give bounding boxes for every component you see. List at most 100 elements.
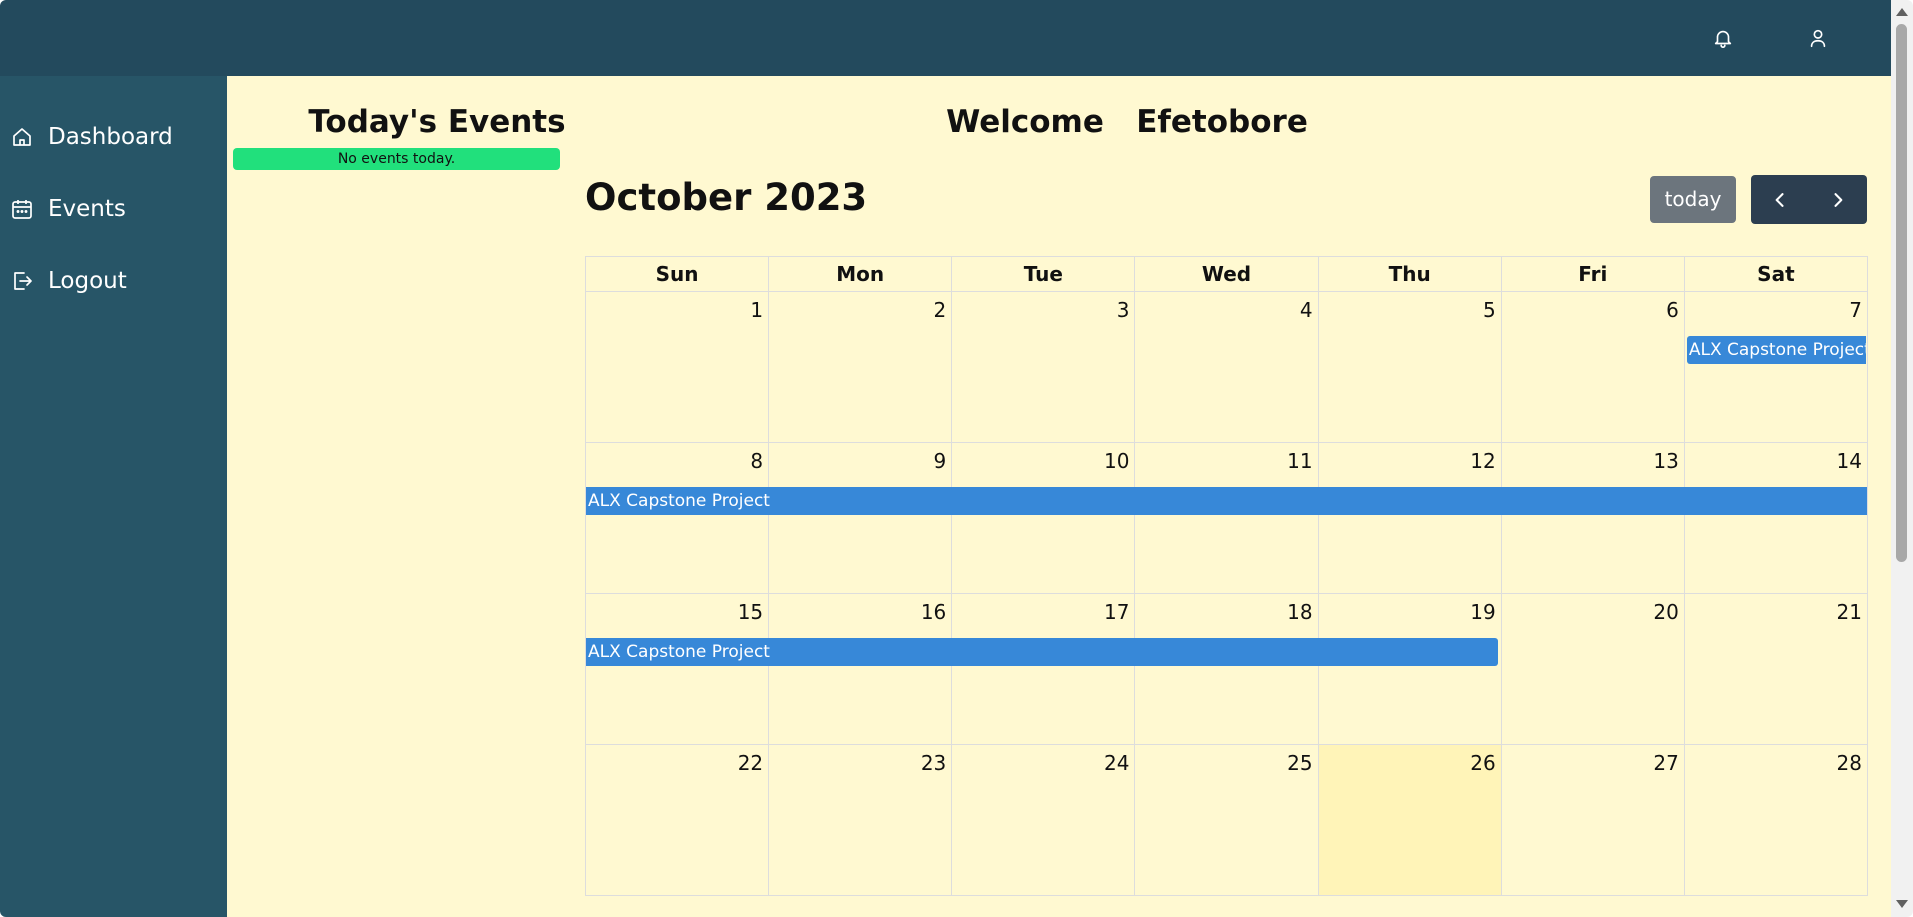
weekday-header: Sun Mon Tue Wed Thu Fri Sat bbox=[586, 257, 1868, 292]
logout-icon bbox=[14, 272, 32, 290]
calendar-day-cell[interactable]: 22 bbox=[586, 745, 770, 896]
day-number[interactable]: 12 bbox=[1470, 449, 1495, 473]
scroll-down-icon[interactable] bbox=[1896, 900, 1908, 908]
day-number[interactable]: 7 bbox=[1849, 298, 1862, 322]
sidebar: Dashboard Events Logout bbox=[0, 76, 227, 917]
calendar-day-cell[interactable]: 21 bbox=[1684, 594, 1868, 745]
calendar-title: October 2023 bbox=[585, 176, 868, 219]
calendar-day-cell[interactable]: 14 bbox=[1684, 443, 1868, 594]
calendar-day-cell[interactable]: 26 bbox=[1318, 745, 1502, 896]
calendar-event[interactable]: ALX Capstone Project bbox=[586, 638, 1498, 666]
calendar-day-cell[interactable]: 11 bbox=[1135, 443, 1319, 594]
day-number[interactable]: 16 bbox=[921, 600, 946, 624]
weekday-label: Tue bbox=[952, 257, 1136, 292]
calendar-day-cell[interactable]: 2 bbox=[769, 292, 953, 443]
calendar-day-cell[interactable]: 24 bbox=[952, 745, 1136, 896]
calendar-day-cell[interactable]: 25 bbox=[1135, 745, 1319, 896]
day-number[interactable]: 24 bbox=[1104, 751, 1129, 775]
bell-icon[interactable] bbox=[1709, 24, 1737, 52]
day-number[interactable]: 4 bbox=[1300, 298, 1313, 322]
sidebar-item-events[interactable]: Events bbox=[10, 189, 126, 229]
day-number[interactable]: 23 bbox=[921, 751, 946, 775]
day-number[interactable]: 27 bbox=[1653, 751, 1678, 775]
calendar-day-cell[interactable]: 17 bbox=[952, 594, 1136, 745]
calendar-day-cell[interactable]: 15 bbox=[586, 594, 770, 745]
user-icon[interactable] bbox=[1804, 24, 1832, 52]
calendar-day-cell[interactable]: 16 bbox=[769, 594, 953, 745]
calendar-day-cell[interactable]: 23 bbox=[769, 745, 953, 896]
day-number[interactable]: 5 bbox=[1483, 298, 1496, 322]
calendar-day-cell[interactable]: 10 bbox=[952, 443, 1136, 594]
weekday-label: Sat bbox=[1684, 257, 1868, 292]
calendar-day-cell[interactable]: 4 bbox=[1135, 292, 1319, 443]
home-icon bbox=[13, 128, 31, 146]
day-number[interactable]: 15 bbox=[738, 600, 763, 624]
day-number[interactable]: 19 bbox=[1470, 600, 1495, 624]
chevron-left-icon bbox=[1775, 192, 1784, 207]
weekday-label: Wed bbox=[1135, 257, 1319, 292]
calendar-day-cell[interactable]: 20 bbox=[1501, 594, 1685, 745]
day-number[interactable]: 10 bbox=[1104, 449, 1129, 473]
calendar-day-cell[interactable]: 1 bbox=[586, 292, 770, 443]
day-number[interactable]: 28 bbox=[1837, 751, 1862, 775]
calendar-event[interactable]: ALX Capstone Project bbox=[1686, 336, 1866, 364]
day-number[interactable]: 18 bbox=[1287, 600, 1312, 624]
day-number[interactable]: 26 bbox=[1470, 751, 1495, 775]
calendar-week: 22 23 24 25 26 27 28 bbox=[586, 745, 1868, 896]
day-number[interactable]: 22 bbox=[738, 751, 763, 775]
calendar-day-cell[interactable]: 6 bbox=[1501, 292, 1685, 443]
nav-button-group bbox=[1751, 175, 1867, 224]
weekday-label: Mon bbox=[769, 257, 953, 292]
no-events-badge: No events today. bbox=[233, 148, 560, 170]
day-number[interactable]: 25 bbox=[1287, 751, 1312, 775]
next-month-button[interactable] bbox=[1809, 175, 1867, 224]
day-number[interactable]: 21 bbox=[1837, 600, 1862, 624]
today-button[interactable]: today bbox=[1650, 176, 1736, 223]
calendar-event[interactable]: ALX Capstone Project bbox=[586, 487, 1867, 515]
calendar-grid: Sun Mon Tue Wed Thu Fri Sat 1 2 3 4 5 6 7 ALX C… bbox=[585, 256, 1868, 896]
day-number[interactable]: 3 bbox=[1117, 298, 1130, 322]
weekday-label: Thu bbox=[1318, 257, 1502, 292]
calendar-icon bbox=[12, 200, 32, 219]
calendar-week: 15 16 17 18 19 20 21 ALX Capstone Project bbox=[586, 594, 1868, 745]
chevron-right-icon bbox=[1834, 192, 1843, 207]
scrollbar-thumb[interactable] bbox=[1896, 24, 1907, 562]
scrollbar[interactable] bbox=[1891, 0, 1913, 917]
day-number[interactable]: 9 bbox=[934, 449, 947, 473]
app-window: Dashboard Events Logout Today's Events N… bbox=[0, 0, 1913, 917]
scroll-up-icon[interactable] bbox=[1896, 8, 1908, 16]
sidebar-item-logout[interactable]: Logout bbox=[10, 261, 127, 301]
day-number[interactable]: 2 bbox=[934, 298, 947, 322]
main-content: Today's Events No events today. Welcome … bbox=[227, 76, 1891, 917]
day-number[interactable]: 14 bbox=[1837, 449, 1862, 473]
calendar-day-cell[interactable]: 13 bbox=[1501, 443, 1685, 594]
day-number[interactable]: 1 bbox=[750, 298, 763, 322]
prev-month-button[interactable] bbox=[1751, 175, 1809, 224]
calendar-day-cell[interactable]: 9 bbox=[769, 443, 953, 594]
weekday-label: Sun bbox=[586, 257, 770, 292]
weekday-label: Fri bbox=[1501, 257, 1685, 292]
calendar-day-cell[interactable]: 27 bbox=[1501, 745, 1685, 896]
day-number[interactable]: 13 bbox=[1653, 449, 1678, 473]
calendar-day-cell[interactable]: 12 bbox=[1318, 443, 1502, 594]
sidebar-item-label: Logout bbox=[48, 268, 127, 294]
day-number[interactable]: 8 bbox=[750, 449, 763, 473]
day-number[interactable]: 6 bbox=[1666, 298, 1679, 322]
day-number[interactable]: 20 bbox=[1653, 600, 1678, 624]
day-number[interactable]: 11 bbox=[1287, 449, 1312, 473]
calendar-day-cell[interactable]: 5 bbox=[1318, 292, 1502, 443]
calendar-day-cell[interactable]: 7 bbox=[1684, 292, 1868, 443]
top-bar bbox=[0, 0, 1891, 76]
todays-events-title: Today's Events bbox=[308, 104, 566, 140]
calendar-week: 8 9 10 11 12 13 14 ALX Capstone Project bbox=[586, 443, 1868, 594]
calendar-week: 1 2 3 4 5 6 7 ALX Capstone Project bbox=[586, 292, 1868, 443]
calendar-day-cell[interactable]: 8 bbox=[586, 443, 770, 594]
calendar-day-cell[interactable]: 19 bbox=[1318, 594, 1502, 745]
calendar-day-cell[interactable]: 3 bbox=[952, 292, 1136, 443]
welcome-heading: Welcome Efetobore bbox=[946, 104, 1308, 140]
calendar-day-cell[interactable]: 28 bbox=[1684, 745, 1868, 896]
day-number[interactable]: 17 bbox=[1104, 600, 1129, 624]
sidebar-item-dashboard[interactable]: Dashboard bbox=[10, 117, 173, 157]
calendar-day-cell[interactable]: 18 bbox=[1135, 594, 1319, 745]
sidebar-item-label: Dashboard bbox=[48, 124, 173, 150]
